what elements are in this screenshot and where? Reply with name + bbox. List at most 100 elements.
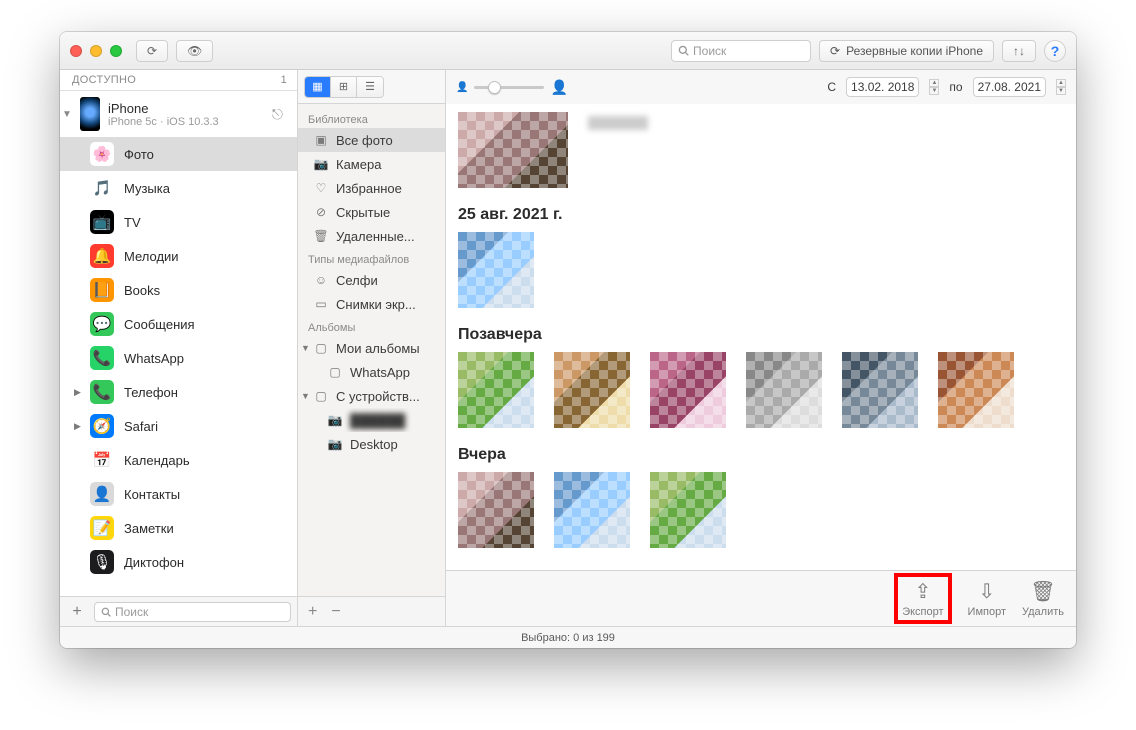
sidebar-section-header: ДОСТУПНО 1 — [60, 70, 297, 91]
delete-button[interactable]: 🗑 Удалить — [1022, 579, 1064, 618]
library-remove-button[interactable]: − — [331, 603, 340, 621]
sidebar-item-phone[interactable]: ▶📞Телефон — [60, 375, 297, 409]
photo-thumbnail[interactable] — [458, 232, 534, 308]
chevron-right-icon[interactable]: ▶ — [74, 387, 81, 398]
preview-button[interactable]: 👁 — [176, 40, 213, 62]
minimize-window-button[interactable] — [90, 45, 102, 57]
stepper-up-icon[interactable]: ▲ — [1056, 79, 1066, 87]
export-button[interactable]: ⇪ Экспорт — [902, 579, 943, 618]
library-item[interactable]: 📷Камера — [298, 152, 445, 176]
photo-thumbnail[interactable] — [842, 352, 918, 428]
library-item-label: Избранное — [336, 181, 402, 196]
stepper-down-icon[interactable]: ▼ — [929, 87, 939, 95]
library-item-label: Скрытые — [336, 205, 390, 220]
photo-thumbnail[interactable] — [554, 352, 630, 428]
folder-icon: ▢ — [314, 341, 328, 355]
photo-thumbnail[interactable] — [650, 472, 726, 548]
refresh-button[interactable]: ⟳ — [136, 40, 168, 62]
sidebar-item-safari[interactable]: ▶🧭Safari — [60, 409, 297, 443]
library-item-label: Снимки экр... — [336, 297, 416, 312]
sidebar-item-calendar[interactable]: 📅Календарь — [60, 443, 297, 477]
library-item[interactable]: ♡Избранное — [298, 176, 445, 200]
stepper-up-icon[interactable]: ▲ — [929, 79, 939, 87]
thumb-row — [458, 112, 1064, 188]
sort-button[interactable]: ↑↓ — [1002, 40, 1036, 62]
view-thumb-button[interactable]: ⊞ — [331, 77, 357, 97]
date-to-stepper[interactable]: ▲▼ — [1056, 79, 1066, 95]
photo-thumbnail[interactable] — [746, 352, 822, 428]
add-device-button[interactable]: + — [66, 603, 88, 621]
library-item[interactable]: ▢WhatsApp — [298, 360, 445, 384]
help-button[interactable]: ? — [1044, 40, 1066, 62]
chevron-down-icon[interactable]: ▼ — [301, 391, 310, 401]
photo-thumbnail[interactable] — [458, 352, 534, 428]
sidebar-item-tv[interactable]: 📺TV — [60, 205, 297, 239]
device-row[interactable]: ▼ iPhone iPhone 5c · iOS 10.3.3 ⎋ — [60, 91, 297, 137]
date-to-input[interactable]: 27.08. 2021 — [973, 77, 1046, 97]
books-icon: 📙 — [90, 278, 114, 302]
device-name: iPhone — [108, 101, 219, 116]
group-title: Вчера — [458, 446, 1064, 464]
search-icon — [678, 45, 689, 56]
sidebar-footer: + Поиск — [60, 596, 297, 626]
sidebar-item-photos[interactable]: 🌸Фото — [60, 137, 297, 171]
refresh-small-icon: ⟳ — [830, 44, 840, 58]
library-item[interactable]: ☺Селфи — [298, 268, 445, 292]
zoom-window-button[interactable] — [110, 45, 122, 57]
library-item[interactable]: 🗑Удаленные... — [298, 224, 445, 248]
library-item[interactable]: 📷Desktop — [298, 432, 445, 456]
slider-knob[interactable] — [488, 81, 501, 94]
sidebar-item-contacts[interactable]: 👤Контакты — [60, 477, 297, 511]
library-item[interactable]: ▼▢С устройств... — [298, 384, 445, 408]
view-grid-button[interactable]: ▦ — [305, 77, 331, 97]
device-text: iPhone iPhone 5c · iOS 10.3.3 — [108, 101, 219, 128]
backups-button[interactable]: ⟳ Резервные копии iPhone — [819, 40, 994, 62]
sidebar-item-ringtones[interactable]: 🔔Мелодии — [60, 239, 297, 273]
search-icon — [101, 607, 111, 617]
date-from-input[interactable]: 13.02. 2018 — [846, 77, 919, 97]
photo-thumbnail[interactable] — [650, 352, 726, 428]
sidebar-item-whatsapp[interactable]: 📞WhatsApp — [60, 341, 297, 375]
app-list: 🌸Фото🎵Музыка📺TV🔔Мелодии📙Books💬Сообщения📞… — [60, 137, 297, 596]
sidebar-item-label: TV — [124, 215, 141, 230]
sidebar-item-books[interactable]: 📙Books — [60, 273, 297, 307]
chevron-down-icon[interactable]: ▼ — [301, 343, 310, 353]
phone-icon: 📞 — [90, 380, 114, 404]
slider-track[interactable] — [474, 86, 544, 89]
import-button[interactable]: ⇩ Импорт — [968, 579, 1006, 618]
library-item[interactable]: 📷██████ — [298, 408, 445, 432]
library-item[interactable]: ▣Все фото — [298, 128, 445, 152]
library-add-button[interactable]: + — [308, 603, 317, 621]
photo-thumbnail[interactable] — [554, 472, 630, 548]
messages-icon: 💬 — [90, 312, 114, 336]
stepper-down-icon[interactable]: ▼ — [1056, 87, 1066, 95]
folder-icon: ▢ — [328, 365, 342, 379]
date-to-label: по — [949, 80, 962, 94]
usb-icon: ⎋ — [272, 106, 283, 123]
photo-thumbnail[interactable] — [938, 352, 1014, 428]
calendar-icon: 📅 — [90, 448, 114, 472]
sidebar-search-input[interactable]: Поиск — [94, 602, 291, 622]
library-item[interactable]: ▼▢Мои альбомы — [298, 336, 445, 360]
photo-thumbnail[interactable] — [458, 112, 568, 188]
view-list-button[interactable]: ☰ — [357, 77, 383, 97]
library-item[interactable]: ⊘Скрытые — [298, 200, 445, 224]
date-to-value: 27.08. 2021 — [978, 80, 1041, 94]
library-item[interactable]: ▭Снимки экр... — [298, 292, 445, 316]
chevron-right-icon[interactable]: ▶ — [74, 421, 81, 432]
photo-thumbnail[interactable] — [458, 472, 534, 548]
statusbar: Выбрано: 0 из 199 — [60, 626, 1076, 648]
sidebar-item-music[interactable]: 🎵Музыка — [60, 171, 297, 205]
photo-icon: ▣ — [314, 133, 328, 147]
library-section-title: Альбомы — [298, 316, 445, 336]
sidebar-item-messages[interactable]: 💬Сообщения — [60, 307, 297, 341]
photo-grid[interactable]: 25 авг. 2021 г.ПозавчераВчера — [446, 104, 1076, 570]
global-search-input[interactable]: Поиск — [671, 40, 811, 62]
library-footer: + − — [298, 596, 445, 626]
date-from-stepper[interactable]: ▲▼ — [929, 79, 939, 95]
thumbnail-size-slider[interactable]: 👤 👤 — [456, 79, 568, 96]
sidebar-item-notes[interactable]: 📝Заметки — [60, 511, 297, 545]
chevron-down-icon[interactable]: ▼ — [62, 109, 72, 120]
sidebar-item-voicememo[interactable]: 🎙Диктофон — [60, 545, 297, 579]
close-window-button[interactable] — [70, 45, 82, 57]
